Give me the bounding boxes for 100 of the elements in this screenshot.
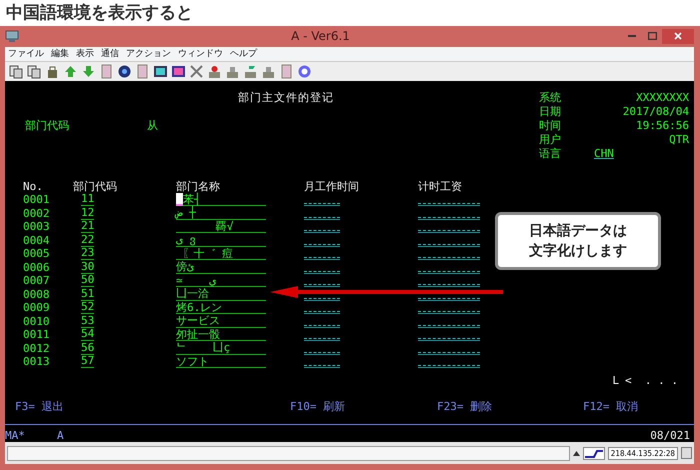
function-key-label: F10= 刷新	[290, 400, 346, 413]
shift-indicator: A	[57, 429, 64, 442]
window-title: A - Ver6.1	[291, 29, 350, 43]
lock-icon[interactable]	[45, 64, 60, 78]
name-field[interactable]: ض ┼	[176, 206, 266, 220]
wage-field[interactable]	[418, 230, 480, 233]
wage-field[interactable]	[418, 324, 480, 328]
name-field[interactable]: ى ვ	[176, 234, 266, 246]
code-cell: 23	[81, 247, 94, 260]
code-cell: 22	[81, 234, 94, 246]
name-field[interactable]: ソフト	[176, 355, 266, 368]
menu-item[interactable]: ファイル	[8, 47, 44, 60]
maximize-icon	[648, 32, 657, 40]
hours-field[interactable]	[304, 352, 340, 354]
info-label: 系统	[539, 90, 562, 104]
mode-indicator: MA*	[5, 429, 26, 442]
name-field[interactable]: 覉√	[176, 220, 266, 233]
info-label: 时间	[539, 118, 562, 132]
document-icon[interactable]	[279, 64, 294, 78]
hours-field[interactable]	[304, 270, 340, 274]
name-field[interactable]: 凵一洽	[176, 288, 266, 300]
host-address: 218.44.135.22:28	[608, 446, 678, 460]
minimize-icon	[628, 35, 636, 37]
code-cell: 30	[81, 260, 94, 274]
code-cell: 21	[81, 220, 94, 233]
info-value: XXXXXXXX	[636, 90, 689, 104]
menu-item[interactable]: 編集	[51, 47, 69, 60]
row-number: 0005	[23, 247, 50, 260]
row-number: 0011	[23, 328, 50, 341]
hours-field[interactable]	[304, 338, 340, 341]
help-icon[interactable]	[297, 64, 312, 78]
language-field[interactable]: CHN	[594, 146, 614, 160]
hours-field[interactable]	[304, 324, 340, 328]
wage-field[interactable]	[418, 311, 480, 314]
hours-field[interactable]	[304, 284, 340, 287]
close-button[interactable]	[662, 28, 694, 44]
function-key-label: F23= 删除	[437, 400, 494, 413]
name-field[interactable]: 夘扯一骰	[176, 328, 266, 341]
hours-field[interactable]	[304, 365, 340, 368]
row-number: 0009	[23, 301, 50, 314]
name-field[interactable]: 苯┤	[176, 193, 266, 206]
name-field[interactable]: 烤6.レン	[176, 301, 266, 314]
wage-field[interactable]	[418, 244, 480, 246]
hours-field[interactable]	[304, 311, 340, 314]
copy-icon[interactable]	[9, 64, 24, 78]
name-field[interactable]: サービス	[176, 314, 266, 328]
info-value: 19:56:56	[636, 118, 689, 132]
function-key-label: F3= 退出	[15, 400, 64, 413]
name-field[interactable]: 〖十゛ 痘	[176, 247, 266, 260]
code-cell: 54	[81, 328, 94, 341]
column-header: 月工作时间	[304, 180, 360, 192]
command-field[interactable]	[7, 446, 570, 460]
row-number: 0004	[23, 234, 50, 246]
wage-field[interactable]	[418, 352, 480, 354]
code-cell: 56	[81, 342, 94, 354]
menu-item[interactable]: アクション	[126, 47, 171, 60]
name-field[interactable]: 傍ئ	[176, 260, 266, 274]
column-header: No.	[23, 180, 44, 192]
download-arrow-icon[interactable]	[81, 64, 96, 78]
hours-field[interactable]	[304, 257, 340, 260]
name-field[interactable]: ≃ ي	[176, 274, 266, 287]
hours-field[interactable]	[304, 298, 340, 300]
name-field[interactable]: ᄂ 凵ç	[176, 342, 266, 354]
menu-item[interactable]: 通信	[101, 47, 119, 60]
row-number: 0003	[23, 220, 50, 233]
row-number: 0006	[23, 260, 50, 274]
code-cell: 11	[81, 193, 94, 206]
hours-field[interactable]	[304, 216, 340, 220]
menu-item[interactable]: ヘルプ	[230, 47, 257, 60]
wage-field[interactable]	[418, 203, 480, 206]
menu-item[interactable]: ウィンドウ	[178, 47, 223, 60]
menu-item[interactable]: 表示	[76, 47, 94, 60]
wage-field[interactable]	[418, 216, 480, 220]
copy-icon[interactable]	[27, 64, 42, 78]
wage-field[interactable]	[418, 338, 480, 341]
hours-field[interactable]	[304, 244, 340, 246]
screen-icon[interactable]	[153, 64, 168, 78]
info-value: QTR	[669, 132, 689, 146]
row-number: 0013	[23, 355, 50, 368]
code-cell: 12	[81, 206, 94, 220]
more-indicator: ᒪ < . . .	[612, 374, 678, 387]
code-cell: 51	[81, 288, 94, 300]
wage-field[interactable]	[418, 298, 480, 300]
printer-icon[interactable]	[243, 64, 258, 78]
grid-icon[interactable]	[171, 64, 186, 78]
info-label: 语言	[539, 146, 562, 160]
wage-field[interactable]	[418, 365, 480, 368]
hours-field[interactable]	[304, 230, 340, 233]
row-number: 0012	[23, 342, 50, 354]
wage-field[interactable]	[418, 270, 480, 274]
upload-arrow-icon[interactable]	[63, 64, 78, 78]
callout-text: 日本語データは	[529, 222, 627, 240]
wage-field[interactable]	[418, 284, 480, 287]
field-label: 部门代码	[25, 118, 69, 132]
wage-field[interactable]	[418, 257, 480, 260]
row-number: 0008	[23, 288, 50, 300]
printer-icon[interactable]	[207, 64, 222, 78]
row-number: 0001	[23, 193, 50, 206]
hours-field[interactable]	[304, 203, 340, 206]
row-number: 0007	[23, 274, 50, 287]
